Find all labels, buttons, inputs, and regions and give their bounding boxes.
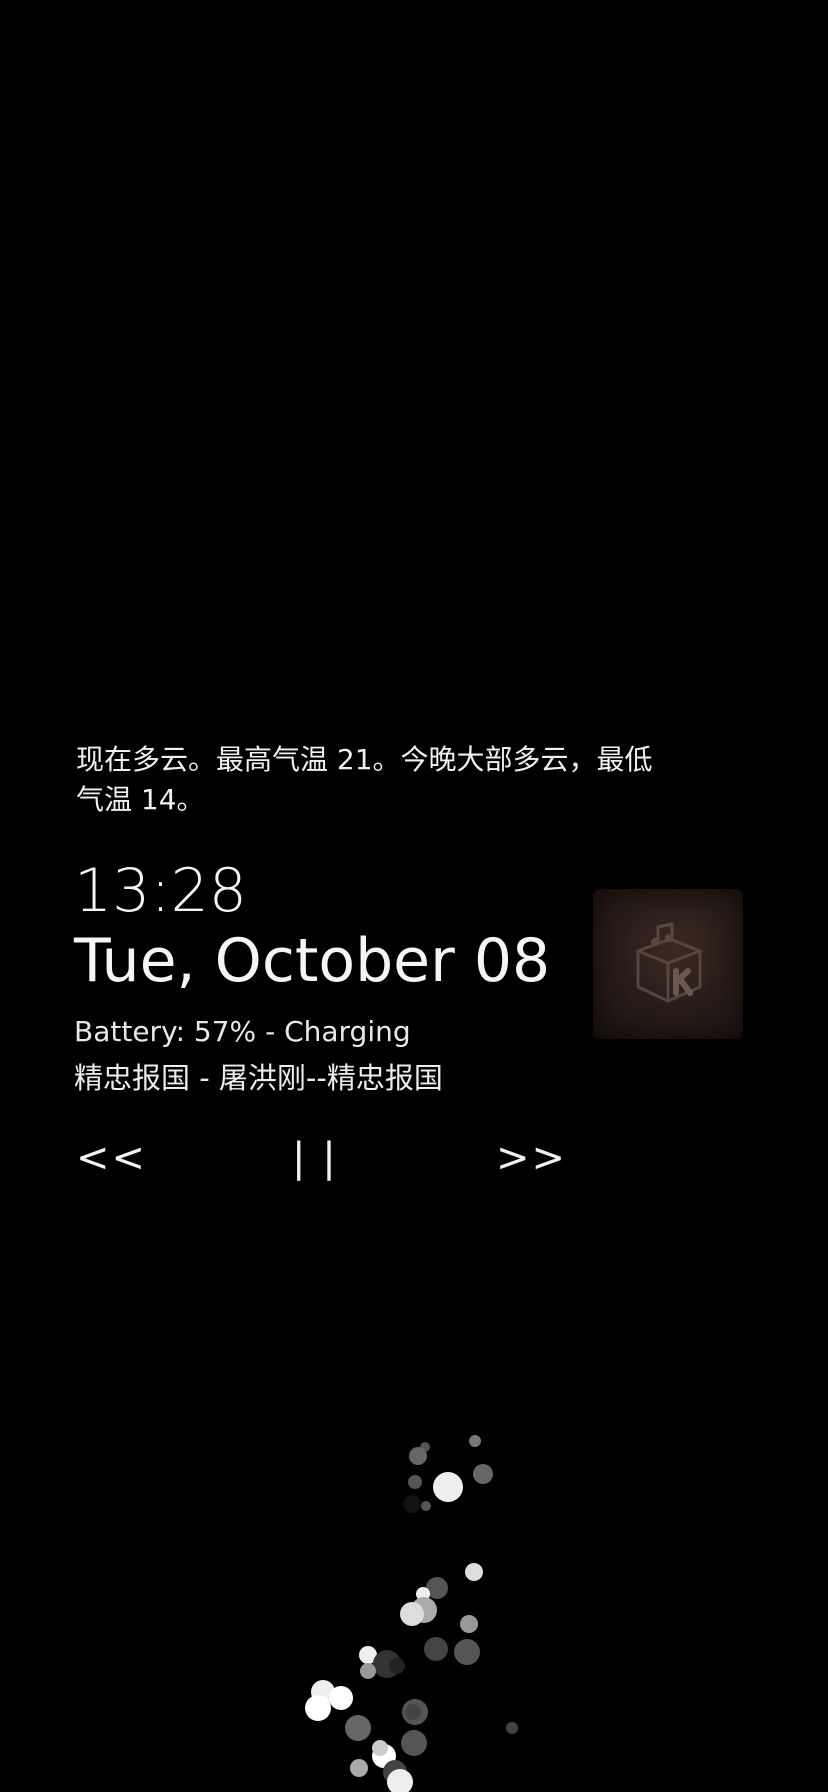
decorative-bubbles xyxy=(305,1435,518,1792)
battery-status: Battery: 57% - Charging xyxy=(74,1015,411,1048)
media-controls: << | | >> xyxy=(76,1130,596,1186)
clock-date: Tue, October 08 xyxy=(74,926,551,996)
next-track-button[interactable]: >> xyxy=(496,1130,567,1186)
album-art[interactable] xyxy=(593,889,743,1039)
kuwo-music-box-icon xyxy=(636,922,702,1003)
weather-line-1: 现在多云。最高气温 21。今晚大部多云，最低 xyxy=(76,743,653,776)
bubble-cluster-bottom xyxy=(305,1680,518,1792)
bubble-cluster-middle xyxy=(359,1563,483,1679)
now-playing-title: 精忠报国 - 屠洪刚--精忠报国 xyxy=(74,1061,443,1095)
pause-button[interactable]: | | xyxy=(292,1130,338,1186)
previous-track-button[interactable]: << xyxy=(76,1130,147,1186)
weather-line-2: 气温 14。 xyxy=(76,783,205,816)
clock-time: 13:28 xyxy=(74,856,247,926)
bubble-cluster-top xyxy=(403,1435,493,1513)
weather-summary: 现在多云。最高气温 21。今晚大部多云，最低 气温 14。 xyxy=(76,740,676,820)
clock-info-block: 13:28 Tue, October 08 Battery: 57% - Cha… xyxy=(74,858,634,1098)
